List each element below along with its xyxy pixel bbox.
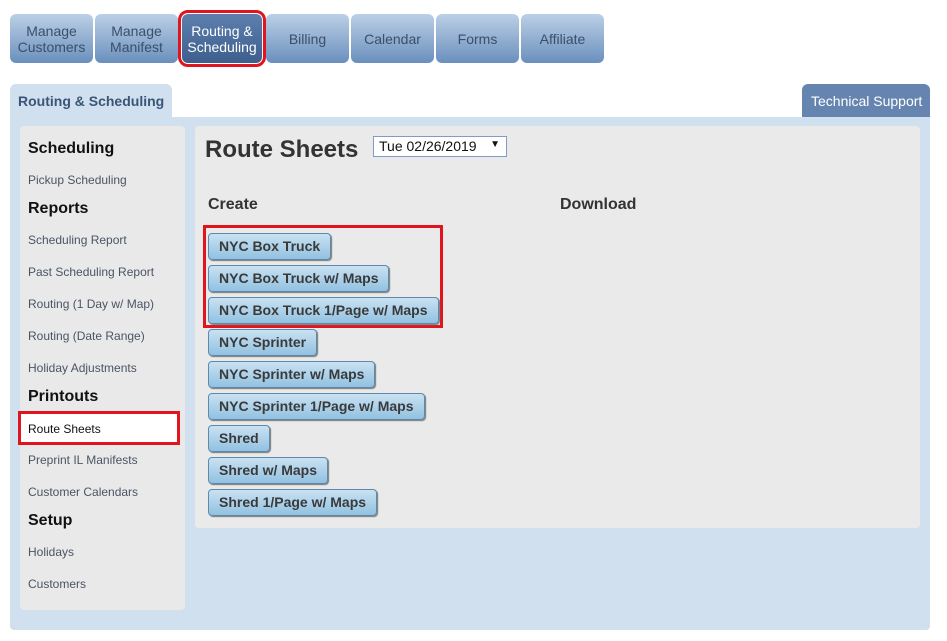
nav-tab-billing[interactable]: Billing xyxy=(266,14,349,63)
sidebar-item-route-sheets[interactable]: Route Sheets xyxy=(18,411,180,445)
sidebar-heading-reports: Reports xyxy=(28,200,89,217)
sidebar-item-routing-1-day[interactable]: Routing (1 Day w/ Map) xyxy=(28,297,154,311)
nav-tab-affiliate[interactable]: Affiliate xyxy=(521,14,604,63)
nav-tab-routing-scheduling[interactable]: Routing & Scheduling xyxy=(178,10,266,67)
shred-button[interactable]: Shred xyxy=(208,425,270,452)
shred-maps-button[interactable]: Shred w/ Maps xyxy=(208,457,329,484)
download-label: Download xyxy=(560,196,637,213)
date-select[interactable]: Tue 02/26/2019 ▼ xyxy=(373,136,507,157)
nyc-sprinter-1page-maps-button[interactable]: NYC Sprinter 1/Page w/ Maps xyxy=(208,393,425,420)
nyc-box-truck-maps-button[interactable]: NYC Box Truck w/ Maps xyxy=(208,265,390,292)
sidebar-heading-scheduling: Scheduling xyxy=(28,140,115,157)
date-select-value: Tue 02/26/2019 xyxy=(379,138,477,154)
nyc-box-truck-1page-maps-button[interactable]: NYC Box Truck 1/Page w/ Maps xyxy=(208,297,439,324)
content-area: Route Sheets Tue 02/26/2019 ▼ Create Dow… xyxy=(195,126,920,528)
sidebar-item-past-scheduling-report[interactable]: Past Scheduling Report xyxy=(28,265,154,279)
top-navigation: Manage Customers Manage Manifest Routing &… xyxy=(10,10,604,67)
sidebar-item-customers[interactable]: Customers xyxy=(28,577,86,591)
create-label: Create xyxy=(208,196,258,213)
sidebar-item-pickup-scheduling[interactable]: Pickup Scheduling xyxy=(28,173,127,187)
sidebar-item-routing-date-range[interactable]: Routing (Date Range) xyxy=(28,329,145,343)
nyc-box-truck-button[interactable]: NYC Box Truck xyxy=(208,233,332,260)
nav-tab-calendar[interactable]: Calendar xyxy=(351,14,434,63)
shred-1page-maps-button[interactable]: Shred 1/Page w/ Maps xyxy=(208,489,378,516)
sidebar-item-scheduling-report[interactable]: Scheduling Report xyxy=(28,233,127,247)
sidebar-item-holidays[interactable]: Holidays xyxy=(28,545,74,559)
section-tab-routing-scheduling[interactable]: Routing & Scheduling xyxy=(10,84,172,118)
nyc-sprinter-button[interactable]: NYC Sprinter xyxy=(208,329,318,356)
page-title: Route Sheets xyxy=(205,136,359,163)
nyc-sprinter-maps-button[interactable]: NYC Sprinter w/ Maps xyxy=(208,361,376,388)
nav-tab-manage-manifest[interactable]: Manage Manifest xyxy=(95,14,178,63)
sidebar-heading-setup: Setup xyxy=(28,512,73,529)
sidebar: Scheduling Pickup Scheduling Reports Sch… xyxy=(18,126,185,610)
nav-tab-forms[interactable]: Forms xyxy=(436,14,519,63)
sidebar-item-customer-calendars[interactable]: Customer Calendars xyxy=(28,485,138,499)
sidebar-item-holiday-adjustments[interactable]: Holiday Adjustments xyxy=(28,361,137,375)
technical-support-tab[interactable]: Technical Support xyxy=(802,84,930,117)
sidebar-item-preprint-il-manifests[interactable]: Preprint IL Manifests xyxy=(28,453,138,467)
nav-tab-manage-customers[interactable]: Manage Customers xyxy=(10,14,93,63)
chevron-down-icon: ▼ xyxy=(490,139,500,150)
sidebar-heading-printouts: Printouts xyxy=(28,388,99,405)
